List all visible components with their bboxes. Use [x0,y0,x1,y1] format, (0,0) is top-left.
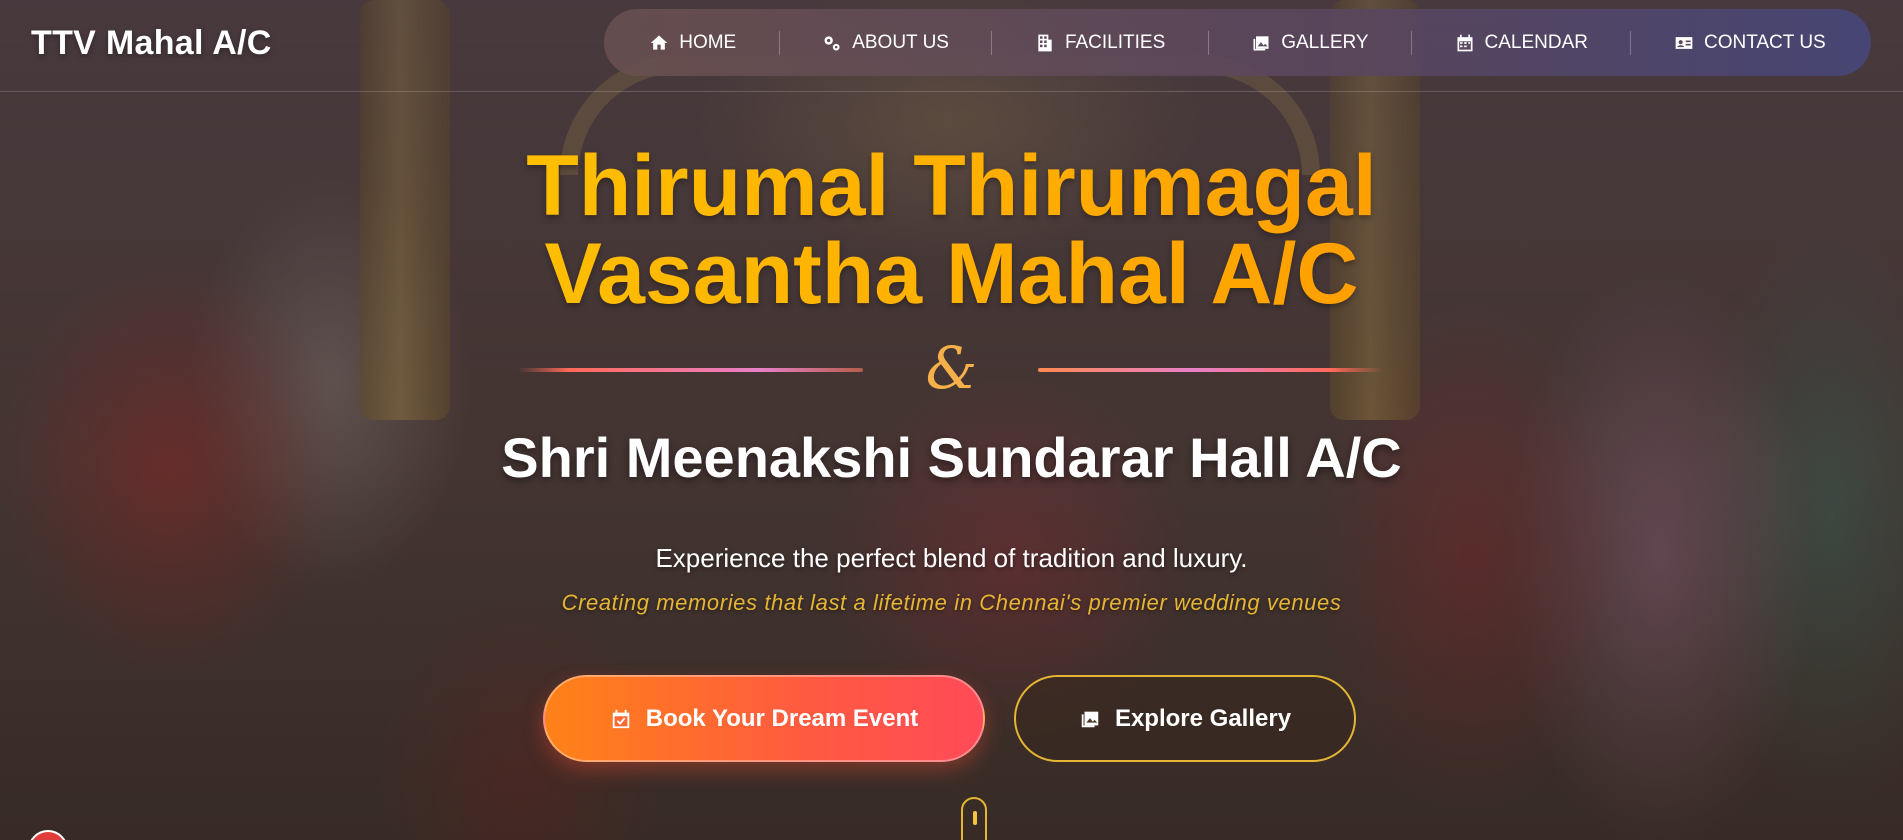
scroll-indicator-dot [973,811,977,825]
contact-card-icon [1674,33,1694,53]
ampersand-ornament: & [925,334,978,402]
nav-item-contact[interactable]: CONTACT US [1662,24,1838,62]
nav-item-label: CALENDAR [1484,31,1588,53]
explore-gallery-label: Explore Gallery [1114,704,1292,732]
hero-tagline-secondary: Creating memories that last a lifetime i… [561,590,1342,615]
explore-gallery-button[interactable]: Explore Gallery [1014,675,1356,762]
hero-tagline: Experience the perfect blend of traditio… [655,543,1248,573]
nav-item-home[interactable]: HOME [637,24,748,62]
nav-divider [991,30,993,55]
nav-divider [1207,30,1209,55]
hero-subtitle: Shri Meenakshi Sundarar Hall A/C [501,426,1402,489]
nav-divider [1411,30,1413,55]
book-event-button[interactable]: Book Your Dream Event [543,675,985,762]
nav-item-gallery[interactable]: GALLERY [1239,24,1380,62]
nav-item-label: HOME [679,31,737,53]
calendar-check-icon [610,708,632,730]
nav-item-facilities[interactable]: FACILITIES [1023,24,1177,62]
nav-divider [778,30,780,55]
brand-logo-text[interactable]: TTV Mahal A/C [31,24,272,63]
nav-item-calendar[interactable]: CALENDAR [1443,24,1600,62]
hero-title-line-1: Thirumal Thirumagal [526,138,1377,234]
main-navigation: HOME ABOUT US FACILITIES GALLERY CALENDA… [604,9,1871,76]
nav-item-label: ABOUT US [852,31,949,53]
title-divider: & [0,334,1903,402]
building-icon [1035,33,1055,53]
hero-title: Thirumal Thirumagal Vasantha Mahal A/C [0,142,1903,318]
home-icon [649,33,669,53]
hero-title-line-2: Vasantha Mahal A/C [544,226,1359,322]
book-event-label: Book Your Dream Event [645,704,919,732]
images-icon [1079,708,1101,730]
gears-icon [822,33,842,53]
nav-item-label: CONTACT US [1703,31,1826,53]
nav-item-label: FACILITIES [1064,31,1166,53]
nav-item-about[interactable]: ABOUT US [810,24,961,62]
images-icon [1251,33,1271,53]
scroll-down-indicator[interactable] [961,797,987,840]
site-header: TTV Mahal A/C HOME ABOUT US FACILITIES G… [0,0,1903,92]
nav-item-label: GALLERY [1281,31,1369,53]
divider-line-right [1038,368,1383,372]
nav-divider [1630,30,1632,55]
calendar-icon [1455,33,1475,53]
